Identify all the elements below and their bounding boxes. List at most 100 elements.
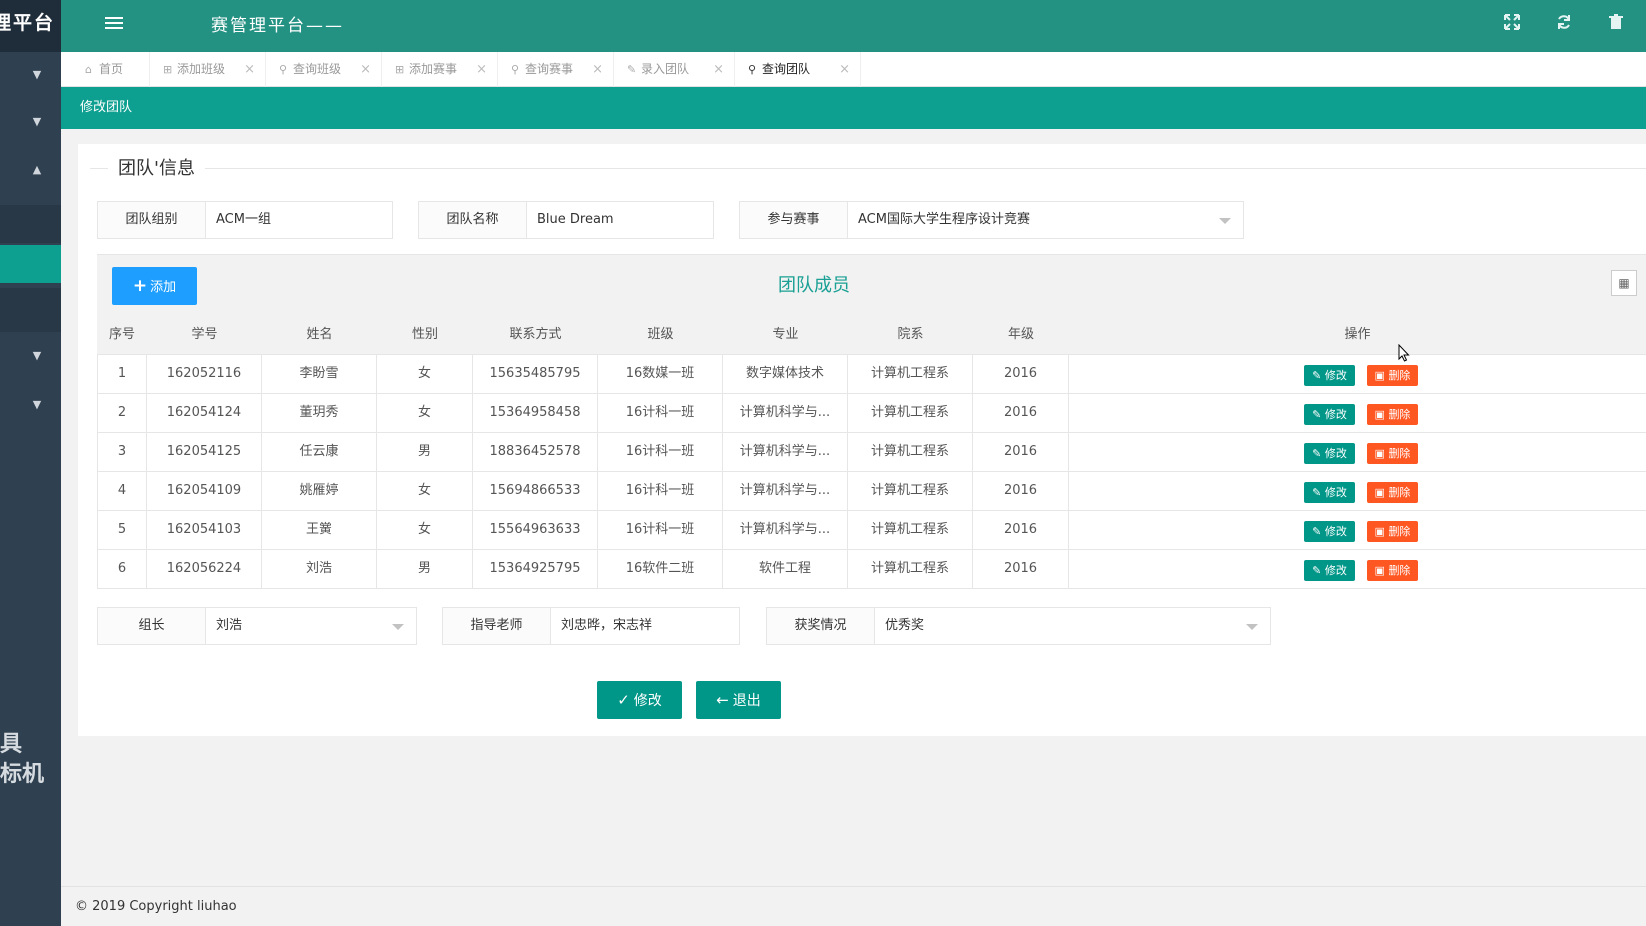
chevron-down-icon[interactable]: ▼ (30, 350, 44, 361)
close-icon[interactable]: × (839, 52, 850, 87)
table-cell: 计算机科学与... (723, 511, 848, 549)
team-group-input[interactable]: ACM一组 (216, 202, 271, 238)
leader-select[interactable]: 组长 刘浩 (97, 607, 417, 645)
table-cell: 计算机科学与... (723, 394, 848, 432)
menu-icon[interactable] (105, 14, 123, 32)
table-cell: 16计科一班 (598, 433, 723, 471)
contest-select[interactable]: 参与赛事 ACM国际大学生程序设计竞赛 (739, 201, 1244, 239)
columns-filter-icon[interactable]: ▦ (1611, 270, 1637, 296)
trash-icon: ▣ (1374, 564, 1389, 577)
table-cell: 女 (377, 511, 473, 549)
footer-copyright: © 2019 Copyright liuhao (61, 886, 1646, 926)
tab-query-team[interactable]: ⚲ 查询团队 × (736, 52, 861, 87)
tab-label: 查询班级 (293, 62, 342, 76)
table-cell: 15694866533 (473, 472, 598, 510)
close-icon[interactable]: × (476, 52, 487, 87)
delete-label: 删除 (1388, 447, 1411, 460)
delete-member-button[interactable]: ▣ 删除 (1367, 560, 1418, 581)
close-icon[interactable]: × (360, 52, 371, 87)
column-header: 联系方式 (509, 327, 562, 342)
table-row: 2 162054124 董玥秀女 15364958458 16计科一班 计算机科学与...… (97, 394, 1646, 433)
trash-icon[interactable] (1607, 14, 1625, 32)
check-icon: ✓ (617, 691, 630, 709)
close-icon[interactable]: × (713, 52, 724, 87)
table-cell: 计算机科学与... (723, 472, 848, 510)
chevron-down-icon[interactable] (1246, 624, 1258, 630)
team-name-input[interactable]: Blue Dream (537, 202, 614, 238)
cursor-icon (1398, 344, 1410, 362)
team-form-panel: 团队'信息 团队组别 ACM一组 团队名称 Blue Dream 参与赛事 AC… (78, 144, 1646, 736)
sidebar-item[interactable] (0, 288, 61, 332)
chevron-down-icon[interactable] (392, 624, 404, 630)
table-cell: 董玥秀 (262, 394, 377, 432)
edit-member-button[interactable]: ✎ 修改 (1304, 404, 1355, 425)
sidebar-item-active[interactable] (0, 245, 61, 283)
trash-icon: ▣ (1374, 408, 1389, 421)
tab-query-contest[interactable]: ⚲ 查询赛事 × (499, 52, 614, 87)
submit-button[interactable]: ✓ 修改 (597, 681, 682, 719)
column-header: 操作 (1344, 327, 1371, 342)
chevron-up-icon[interactable]: ▲ (30, 164, 44, 175)
table-cell: 女 (377, 355, 473, 393)
delete-member-button[interactable]: ▣ 删除 (1367, 443, 1418, 464)
search-icon: ⚲ (511, 63, 520, 76)
chevron-down-icon[interactable]: ▼ (30, 69, 44, 80)
table-row: 3 162054125 任云康男 18836452578 16计科一班 计算机科学与...… (97, 433, 1646, 472)
column-header: 姓名 (306, 327, 333, 342)
leader-selected-value[interactable]: 刘浩 (216, 608, 242, 644)
tab-add-class[interactable]: ⊞ 添加班级 × (151, 52, 266, 87)
trash-icon: ▣ (1374, 486, 1389, 499)
team-group-field[interactable]: 团队组别 ACM一组 (97, 201, 393, 239)
exit-button[interactable]: ← 退出 (696, 681, 781, 719)
sidebar-item[interactable] (0, 205, 61, 243)
exit-label: 退出 (732, 693, 761, 709)
delete-member-button[interactable]: ▣ 删除 (1367, 404, 1418, 425)
table-cell: 王黉 (262, 511, 377, 549)
edit-member-button[interactable]: ✎ 修改 (1304, 365, 1355, 386)
table-cell: 2016 (973, 550, 1069, 588)
edit-member-button[interactable]: ✎ 修改 (1304, 443, 1355, 464)
tab-add-contest[interactable]: ⊞ 添加赛事 × (383, 52, 498, 87)
pencil-icon: ✎ (1312, 564, 1325, 577)
table-cell: 男 (377, 433, 473, 471)
contest-selected-value[interactable]: ACM国际大学生程序设计竞赛 (858, 202, 1030, 238)
chevron-down-icon[interactable]: ▼ (30, 399, 44, 410)
edit-member-button[interactable]: ✎ 修改 (1304, 521, 1355, 542)
award-selected-value[interactable]: 优秀奖 (885, 608, 924, 644)
column-header: 序号 (108, 327, 135, 342)
tab-query-class[interactable]: ⚲ 查询班级 × (267, 52, 382, 87)
tab-enter-team[interactable]: ✎ 录入团队 × (615, 52, 735, 87)
close-icon[interactable]: × (244, 52, 255, 87)
chevron-down-icon[interactable] (1219, 218, 1231, 224)
edit-member-button[interactable]: ✎ 修改 (1304, 482, 1355, 503)
field-label: 指导老师 (443, 608, 551, 644)
tab-home[interactable]: ⌂ 首页 (73, 52, 150, 87)
delete-member-button[interactable]: ▣ 删除 (1367, 521, 1418, 542)
table-cell: 计算机工程系 (848, 550, 973, 588)
table-header: 序号 学号 姓名 性别 联系方式 班级 专业 院系 年级 操作 (97, 316, 1646, 355)
table-cell: 162052116 (147, 355, 262, 393)
teacher-input[interactable]: 刘忠晔，宋志祥 (561, 608, 652, 644)
table-cell: 16计科一班 (598, 472, 723, 510)
delete-label: 删除 (1388, 408, 1411, 421)
edit-icon: ✎ (627, 63, 637, 76)
pencil-icon: ✎ (1312, 408, 1325, 421)
trash-icon: ▣ (1374, 525, 1389, 538)
table-cell: 2016 (973, 433, 1069, 471)
chevron-down-icon[interactable]: ▼ (30, 116, 44, 127)
search-icon: ⚲ (279, 63, 288, 76)
refresh-icon[interactable] (1555, 14, 1573, 32)
team-name-field[interactable]: 团队名称 Blue Dream (418, 201, 714, 239)
table-cell: 计算机科学与... (723, 433, 848, 471)
fullscreen-icon[interactable] (1503, 14, 1521, 32)
edit-member-button[interactable]: ✎ 修改 (1304, 560, 1355, 581)
teacher-field[interactable]: 指导老师 刘忠晔，宋志祥 (442, 607, 740, 645)
submit-label: 修改 (633, 693, 662, 709)
delete-member-button[interactable]: ▣ 删除 (1367, 482, 1418, 503)
edit-label: 修改 (1324, 525, 1347, 538)
award-select[interactable]: 获奖情况 优秀奖 (766, 607, 1271, 645)
delete-label: 删除 (1388, 369, 1411, 382)
close-icon[interactable]: × (592, 52, 603, 87)
field-label: 组长 (98, 608, 206, 644)
delete-member-button[interactable]: ▣ 删除 (1367, 365, 1418, 386)
